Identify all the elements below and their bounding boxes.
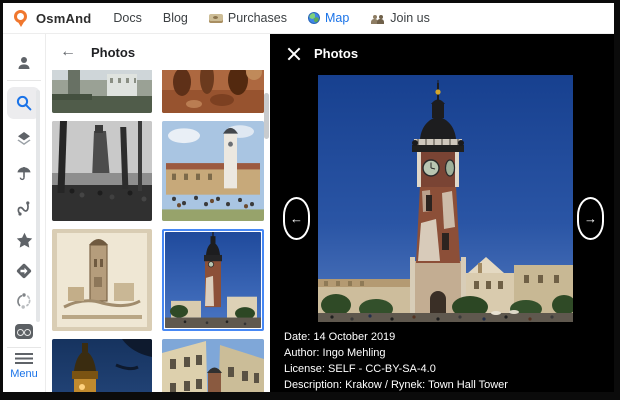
header-nav: Docs Blog Purchases Map Join us (113, 11, 430, 25)
photos-list-panel: ← Photos (45, 34, 270, 392)
nav-map[interactable]: Map (308, 11, 349, 25)
meta-author: Author: Ingo Mehling (284, 345, 508, 361)
photo-thumbnail[interactable] (162, 121, 264, 221)
photos-panel-scrollbar[interactable] (264, 93, 269, 139)
account-icon (15, 54, 33, 72)
navigation-diamond-icon (15, 262, 33, 280)
nav-purchases[interactable]: Purchases (209, 11, 287, 25)
photo-thumbnail-selected[interactable] (162, 229, 264, 331)
photo-viewer-panel: Photos (270, 34, 614, 392)
nav-blog-label: Blog (163, 11, 188, 25)
nav-join-us[interactable]: Join us (370, 11, 430, 25)
sidebar-item-travel[interactable] (3, 324, 45, 339)
main-photo (318, 75, 573, 322)
sidebar-divider-bottom (7, 347, 41, 348)
sidebar-divider-top (7, 80, 41, 81)
brand-name[interactable]: OsmAnd (36, 11, 91, 26)
nav-docs-label: Docs (113, 11, 141, 25)
photo-thumbnail[interactable] (52, 339, 152, 392)
photo-thumbnail[interactable] (52, 229, 152, 331)
umbrella-icon (15, 164, 33, 182)
back-arrow-icon[interactable]: ← (60, 44, 76, 60)
meta-description: Description: Krakow / Rynek: Town Hall T… (284, 377, 508, 392)
nav-map-label: Map (325, 11, 349, 25)
purchases-icon (209, 14, 223, 23)
people-icon (370, 13, 385, 24)
layers-icon (15, 130, 33, 148)
photos-panel-header: ← Photos (46, 34, 270, 70)
menu-label[interactable]: Menu (3, 368, 45, 380)
next-photo-button[interactable]: → (577, 197, 604, 240)
travel-icon (15, 324, 33, 339)
top-header: OsmAnd Docs Blog Purchases Map Join us (3, 3, 614, 34)
arrow-right-icon: → (584, 211, 597, 226)
nav-purchases-label: Purchases (228, 11, 287, 25)
globe-icon (308, 12, 320, 24)
meta-date: Date: 14 October 2019 (284, 329, 508, 345)
photo-thumbnail[interactable] (52, 121, 152, 221)
arrow-left-icon: ← (290, 211, 303, 226)
nav-join-us-label: Join us (390, 11, 430, 25)
menu-hamburger-icon[interactable] (15, 353, 33, 364)
logo-pin-tail (18, 22, 24, 27)
photo-thumbnail[interactable] (162, 70, 264, 113)
osmand-logo-icon[interactable] (14, 10, 29, 27)
meta-license: License: SELF - CC-BY-SA-4.0 (284, 361, 508, 377)
left-sidebar: Menu (3, 34, 45, 392)
plan-route-icon (15, 292, 33, 310)
sidebar-item-account[interactable] (3, 54, 45, 72)
osmand-web-app: OsmAnd Docs Blog Purchases Map Join us (3, 3, 614, 392)
photo-thumbnail[interactable] (162, 339, 264, 392)
route-icon (15, 199, 33, 217)
photos-panel-title: Photos (91, 45, 135, 60)
search-icon (15, 94, 33, 112)
previous-photo-button[interactable]: ← (283, 197, 310, 240)
nav-blog[interactable]: Blog (163, 11, 188, 25)
photo-thumbnail[interactable] (52, 70, 152, 113)
close-icon[interactable] (287, 47, 301, 61)
star-icon (15, 231, 34, 250)
photo-metadata: Date: 14 October 2019 Author: Ingo Mehli… (284, 329, 508, 392)
screenshot-frame: OsmAnd Docs Blog Purchases Map Join us (0, 0, 620, 400)
photo-grid (52, 70, 266, 392)
viewer-title: Photos (314, 46, 358, 61)
sidebar-scrollbar[interactable] (36, 90, 40, 322)
nav-docs[interactable]: Docs (113, 11, 141, 25)
